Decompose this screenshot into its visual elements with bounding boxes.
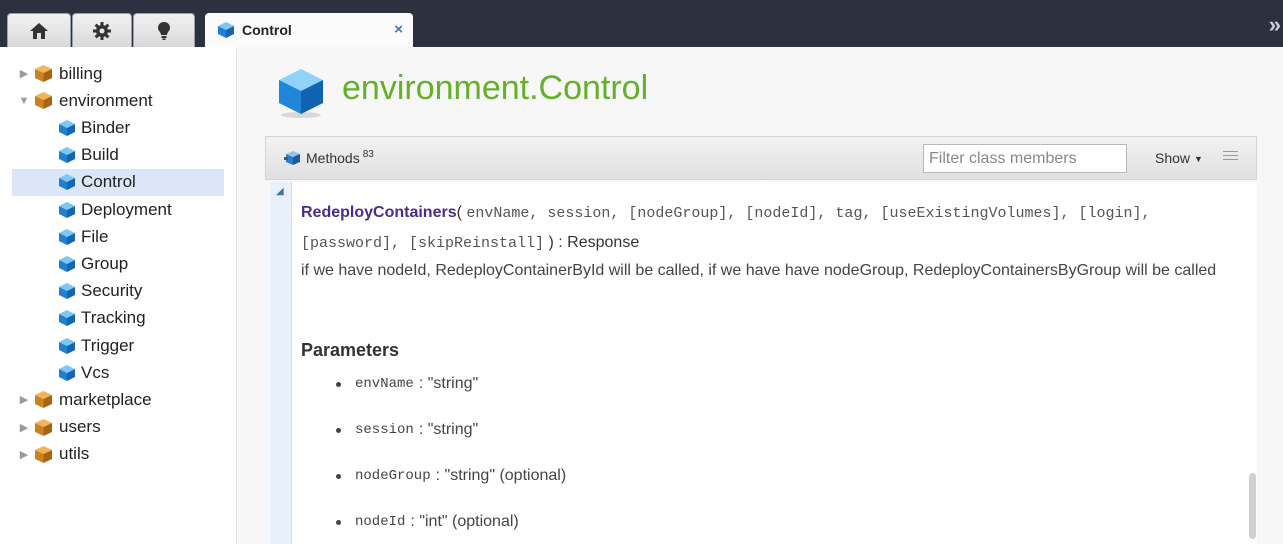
parameter-type: : "string" — [418, 375, 479, 392]
tree-item-label: billing — [59, 63, 103, 83]
tree-item-tracking[interactable]: Tracking — [12, 305, 224, 332]
parameter-name: nodeId — [355, 514, 406, 530]
bullet — [336, 381, 341, 387]
page-title: environment.Control — [342, 69, 649, 107]
tree-item-label: environment — [59, 90, 153, 110]
tree-item-label: Group — [81, 253, 129, 273]
class-cube-icon — [59, 228, 75, 245]
tree-item-vcs[interactable]: Vcs — [12, 359, 224, 386]
tree-item-build[interactable]: Build — [12, 142, 224, 169]
lightbulb-icon — [158, 21, 170, 40]
tree-item-billing[interactable]: ▶ billing — [12, 60, 224, 87]
tree-item-control[interactable]: Control — [12, 168, 224, 196]
tree-item-label: marketplace — [59, 389, 152, 409]
methods-button[interactable]: Methods 83 — [284, 148, 374, 166]
tree-item-security[interactable]: Security — [12, 278, 224, 305]
tree-item-label: Binder — [81, 117, 131, 137]
collapsed-arrow-icon[interactable]: ▶ — [17, 421, 31, 434]
class-cube-icon — [279, 69, 323, 118]
package-box-icon — [35, 391, 52, 409]
parameter-name: nodeGroup — [355, 468, 431, 484]
tree-item-label: Control — [81, 172, 136, 192]
package-box-icon — [35, 92, 52, 110]
gear-icon — [93, 21, 111, 40]
tree-item-utils[interactable]: ▶ utils — [12, 441, 224, 468]
tree-item-group[interactable]: Group — [12, 250, 224, 277]
parameter-name: envName — [355, 376, 414, 392]
methods-count: 83 — [362, 148, 374, 160]
bullet — [336, 519, 341, 525]
parameters-heading: Parameters — [301, 340, 400, 360]
member-gutter — [270, 182, 292, 544]
tree-item-trigger[interactable]: Trigger — [12, 332, 224, 359]
parameter-type: : "int" (optional) — [410, 513, 519, 530]
parameter-name: session — [355, 422, 414, 438]
package-box-icon — [35, 445, 52, 463]
collapse-arrow-icon[interactable]: ◢ — [276, 186, 284, 197]
method-description: if we have nodeId, RedeployContainerById… — [301, 262, 1217, 279]
class-cube-icon — [59, 310, 75, 327]
open-paren: ( — [456, 204, 462, 221]
collapsed-arrow-icon[interactable]: ▶ — [17, 393, 31, 406]
vertical-scrollbar[interactable] — [1249, 473, 1256, 539]
home-button[interactable] — [7, 13, 71, 47]
settings-button[interactable] — [72, 13, 132, 47]
bullet — [336, 473, 341, 479]
tree-item-label: users — [59, 417, 101, 437]
tree-item-marketplace[interactable]: ▶ marketplace — [12, 386, 224, 413]
tab-control[interactable]: Control × — [205, 13, 413, 47]
home-icon — [30, 22, 48, 39]
methods-cube-icon — [284, 151, 300, 165]
collapsed-arrow-icon[interactable]: ▶ — [17, 448, 31, 461]
tree-item-label: Tracking — [81, 308, 146, 328]
close-icon[interactable]: × — [394, 21, 403, 38]
tree-item-label: utils — [59, 444, 90, 464]
tree-item-environment[interactable]: ▼ environment — [12, 87, 224, 114]
class-cube-icon — [59, 255, 75, 272]
parameter-item: envName : "string" — [336, 375, 478, 393]
tree-item-label: Deployment — [81, 199, 172, 219]
chevron-down-icon: ▼ — [1194, 154, 1203, 164]
show-label: Show — [1155, 150, 1191, 166]
tree-item-label: File — [81, 226, 109, 246]
class-cube-icon — [59, 364, 75, 381]
expanded-arrow-icon[interactable]: ▼ — [17, 95, 31, 107]
class-cube-icon — [59, 201, 75, 218]
class-cube-icon — [218, 22, 234, 38]
tree-item-label: Security — [81, 281, 143, 301]
tree-item-deployment[interactable]: Deployment — [12, 196, 224, 223]
collapsed-arrow-icon[interactable]: ▶ — [17, 67, 31, 80]
parameter-item: nodeGroup : "string" (optional) — [336, 467, 566, 485]
parameter-item: nodeId : "int" (optional) — [336, 513, 519, 531]
method-name: RedeployContainers — [301, 204, 457, 221]
tips-button[interactable] — [133, 13, 195, 47]
package-box-icon — [35, 418, 52, 436]
class-cube-icon — [59, 283, 75, 300]
parameter-type: : "string" (optional) — [435, 467, 567, 484]
method-signature: RedeployContainers( envName, session, [n… — [301, 198, 1221, 258]
class-cube-icon — [59, 337, 75, 354]
parameter-type: : "string" — [418, 421, 479, 438]
tree-item-label: Trigger — [81, 335, 135, 355]
package-box-icon — [35, 65, 52, 82]
method-return: ) : Response — [548, 234, 640, 251]
show-dropdown[interactable]: Show ▼ — [1155, 150, 1203, 166]
tree-item-binder[interactable]: Binder — [12, 114, 224, 141]
class-cube-icon — [59, 119, 75, 136]
tree-item-label: Build — [81, 145, 119, 165]
parameter-item: session : "string" — [336, 421, 478, 439]
menu-lines-icon[interactable] — [1223, 151, 1238, 163]
tree-item-file[interactable]: File — [12, 223, 224, 250]
filter-class-members-input[interactable] — [923, 144, 1127, 173]
tab-label: Control — [242, 22, 292, 38]
class-cube-icon — [59, 147, 75, 164]
expand-panel-icon[interactable]: » — [1269, 12, 1281, 38]
methods-label: Methods — [306, 150, 360, 166]
tree-item-users[interactable]: ▶ users — [12, 414, 224, 441]
class-cube-icon — [59, 174, 75, 191]
bullet — [336, 427, 341, 433]
tree-item-label: Vcs — [81, 362, 110, 382]
